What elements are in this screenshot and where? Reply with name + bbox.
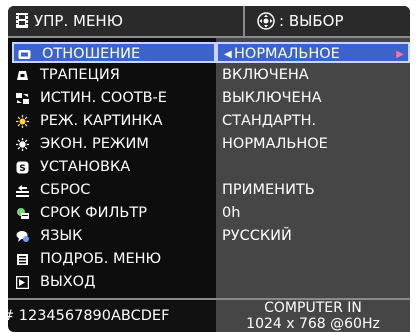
- eco-mode-icon: [16, 138, 29, 151]
- menu-item-label: СРОК ФИЛЬТР: [40, 205, 147, 221]
- menu-item-label: УСТАНОВКА: [40, 159, 131, 175]
- menu-item-aspect[interactable]: ОТНОШЕНИЕ: [12, 42, 216, 63]
- menu-item-label: ВЫХОД: [40, 274, 96, 290]
- menu-item-language[interactable]: ЯЗЫК: [12, 226, 212, 247]
- menu-item-label: СБРОС: [40, 182, 91, 198]
- menu-item-label: ОТНОШЕНИЕ: [42, 46, 141, 62]
- menu-footer: # 1234567890ABCDEF COMPUTER IN 1024 x 76…: [2, 298, 410, 332]
- match-icon: [16, 93, 29, 104]
- menu-item-filter-time[interactable]: СРОК ФИЛЬТР: [12, 203, 212, 224]
- menu-title: УПР. МЕНЮ: [34, 12, 123, 30]
- menu-item-true-match[interactable]: ИСТИН. СООТВ-Е: [12, 88, 212, 109]
- menu-item-label: ЭКОН. РЕЖИМ: [40, 136, 149, 152]
- language-icon: [16, 231, 29, 242]
- menu-value-reset: ПРИМЕНИТЬ: [222, 182, 315, 198]
- aspect-icon: [18, 50, 31, 59]
- svg-text:S: S: [19, 164, 25, 174]
- keystone-icon: [17, 71, 28, 80]
- menu-value-true-match: ВЫКЛЮЧЕНА: [222, 90, 322, 106]
- dpad-icon: [257, 12, 275, 30]
- menu-value-picture-mode: СТАНДАРТН.: [222, 113, 317, 129]
- filter-icon: [17, 208, 29, 219]
- menu-item-eco-mode[interactable]: ЭКОН. РЕЖИМ: [12, 134, 212, 155]
- arrow-left-icon[interactable]: ◀: [224, 44, 232, 65]
- menu-item-keystone[interactable]: ТРАПЕЦИЯ: [12, 65, 212, 86]
- menu-item-picture-mode[interactable]: РЕЖ. КАРТИНКА: [12, 111, 212, 132]
- menu-item-label: РЕЖ. КАРТИНКА: [40, 113, 163, 129]
- menu-item-setup[interactable]: S УСТАНОВКА: [12, 157, 212, 178]
- advanced-menu-icon: [17, 254, 28, 265]
- menu-header: УПР. МЕНЮ : ВЫБОР: [8, 6, 410, 38]
- menu-item-label: ИСТИН. СООТВ-Е: [40, 90, 167, 106]
- input-info: COMPUTER IN 1024 x 768 @60Hz: [216, 300, 410, 332]
- menu-item-advanced-menu[interactable]: ПОДРОБ. МЕНЮ: [12, 249, 212, 270]
- menu-value-keystone: ВКЛЮЧЕНА: [222, 67, 309, 83]
- exit-icon: [16, 276, 29, 289]
- menu-value-filter-time: 0h: [222, 205, 241, 221]
- film-icon: [16, 13, 28, 28]
- picture-mode-icon: [16, 115, 29, 128]
- menu-item-label: ПОДРОБ. МЕНЮ: [40, 251, 162, 267]
- menu-value-eco-mode: НОРМАЛЬНОЕ: [222, 136, 328, 152]
- menu-item-label: ТРАПЕЦИЯ: [40, 67, 120, 83]
- select-label: : ВЫБОР: [279, 12, 344, 30]
- select-hint: : ВЫБОР: [243, 6, 410, 36]
- reset-icon: [16, 185, 29, 197]
- serial-number: # 1234567890ABCDEF: [2, 308, 170, 324]
- menu-item-exit[interactable]: ВЫХОД: [12, 272, 212, 293]
- input-name: COMPUTER IN: [264, 300, 362, 316]
- menu-value-label: НОРМАЛЬНОЕ: [234, 46, 340, 62]
- menu-value-aspect[interactable]: ◀ НОРМАЛЬНОЕ ▶: [216, 42, 410, 63]
- setup-icon: S: [16, 161, 29, 174]
- menu-item-reset[interactable]: СБРОС: [12, 180, 212, 201]
- menu-value-language: РУССКИЙ: [222, 228, 292, 244]
- menu-item-label: ЯЗЫК: [40, 228, 83, 244]
- input-resolution: 1024 x 768 @60Hz: [246, 316, 380, 332]
- projector-osd-menu: УПР. МЕНЮ : ВЫБОР ОТНОШЕНИЕ ◀ НОРМАЛЬНОЕ…: [2, 6, 410, 332]
- arrow-right-icon[interactable]: ▶: [396, 44, 404, 65]
